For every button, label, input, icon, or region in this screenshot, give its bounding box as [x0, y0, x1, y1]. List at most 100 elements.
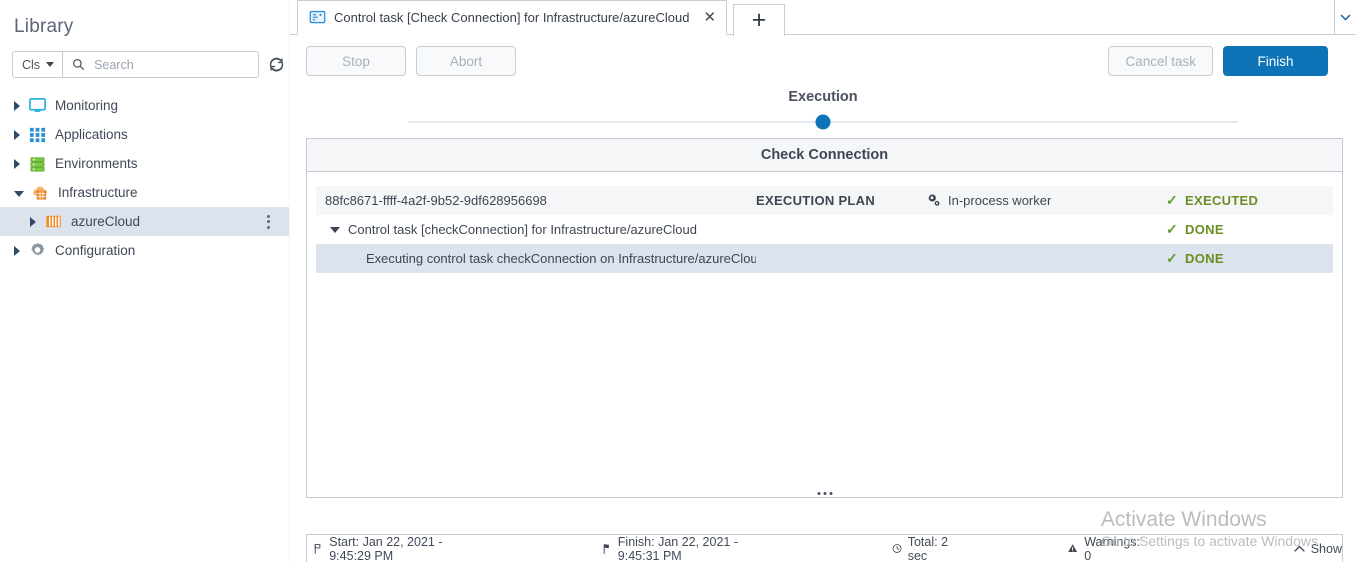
watermark-title: Activate Windows — [1100, 507, 1267, 531]
warnings-count: Warnings: 0 — [1067, 535, 1142, 562]
status-label: EXECUTED — [1185, 193, 1259, 208]
new-tab-button[interactable]: + — [733, 4, 786, 36]
search-box: Cls — [12, 51, 259, 78]
clock-icon — [892, 544, 902, 553]
subtask-label: Executing control task checkConnection o… — [366, 251, 756, 266]
total-label: Total: 2 sec — [907, 534, 949, 562]
worker-label: In-process worker — [948, 193, 1052, 208]
tree-item-label: Monitoring — [55, 98, 119, 113]
main-content: Control task [Check Connection] for Infr… — [290, 0, 1356, 562]
server-stack-icon — [30, 157, 45, 172]
execution-plan-label: EXECUTION PLAN — [756, 193, 876, 208]
flag-start-icon — [314, 543, 321, 554]
status-label: DONE — [1185, 251, 1224, 266]
search-scope-dropdown[interactable]: Cls — [13, 52, 64, 77]
finish-time: Finish: Jan 22, 2021 - 9:45:31 PM — [602, 535, 766, 562]
chevron-down-icon[interactable] — [330, 226, 340, 233]
status-badge: ✓ EXECUTED — [1166, 192, 1333, 209]
tree-item-label: Configuration — [55, 243, 136, 258]
grid-apps-icon — [29, 127, 46, 143]
table-row[interactable]: Control task [checkConnection] for Infra… — [316, 215, 1333, 244]
execution-id: 88fc8671-ffff-4a2f-9b52-9df628956698 — [325, 193, 547, 208]
refresh-icon — [269, 57, 284, 72]
tree-item-configuration[interactable]: Configuration — [0, 236, 290, 265]
status-bar: Start: Jan 22, 2021 - 9:45:29 PM Finish:… — [306, 534, 1343, 562]
tree-item-azurecloud[interactable]: azureCloud — [0, 207, 290, 236]
tab-overflow-button[interactable] — [1334, 0, 1356, 34]
task-monitor-icon — [309, 10, 326, 24]
start-label: Start: Jan 22, 2021 - 9:45:29 PM — [329, 534, 443, 562]
search-input[interactable] — [92, 56, 243, 73]
tree-item-monitoring[interactable]: Monitoring — [0, 91, 290, 120]
chevron-right-icon[interactable] — [30, 216, 36, 227]
task-toolbar: Stop Abort Cancel task Finish — [290, 35, 1356, 87]
cancel-task-button[interactable]: Cancel task — [1108, 46, 1213, 76]
worker-cell: In-process worker — [926, 193, 1166, 208]
tree-item-applications[interactable]: Applications — [0, 120, 290, 149]
check-icon: ✓ — [1166, 250, 1179, 266]
finish-label: Finish: Jan 22, 2021 - 9:45:31 PM — [617, 534, 738, 562]
check-connection-panel: Check Connection 88fc8671-ffff-4a2f-9b52… — [306, 138, 1343, 498]
start-time: Start: Jan 22, 2021 - 9:45:29 PM — [313, 535, 472, 562]
search-input-wrap — [63, 56, 258, 73]
barcode-icon — [46, 215, 61, 228]
page-title: Library — [14, 16, 74, 37]
task-label: Control task [checkConnection] for Infra… — [348, 222, 698, 237]
panel-header: Check Connection — [307, 139, 1342, 172]
chevron-right-icon[interactable] — [14, 129, 20, 140]
check-icon: ✓ — [1166, 221, 1179, 237]
tree-item-infrastructure[interactable]: Infrastructure — [0, 178, 290, 207]
warnings-label: Warnings: 0 — [1084, 534, 1141, 562]
tree-item-label: Infrastructure — [58, 185, 138, 200]
library-tree: Monitoring Applications Environments Inf… — [0, 91, 290, 265]
flag-finish-icon — [603, 543, 609, 554]
application-window: Library Cls Search Monitoring Applicatio… — [0, 0, 1356, 562]
gear-icon — [31, 243, 45, 256]
stepper-track — [408, 114, 1238, 130]
show-log-button[interactable]: Show — [1292, 542, 1342, 556]
cloud-grid-icon — [33, 186, 47, 200]
tree-item-label: Environments — [55, 156, 138, 171]
status-label: DONE — [1185, 222, 1224, 237]
search-row: Cls — [12, 51, 290, 78]
task-name-cell: Control task [checkConnection] for Infra… — [316, 222, 756, 237]
chevron-down-icon — [46, 62, 55, 67]
chevron-right-icon[interactable] — [14, 100, 20, 111]
stop-button[interactable]: Stop — [306, 46, 406, 76]
tree-item-label: azureCloud — [71, 214, 141, 229]
abort-button[interactable]: Abort — [416, 46, 516, 76]
search-scope-label: Cls — [22, 57, 41, 72]
gears-icon — [928, 194, 940, 206]
stepper-step-execution[interactable] — [815, 114, 831, 130]
tab-control-task[interactable]: Control task [Check Connection] for Infr… — [297, 0, 728, 35]
tree-item-label: Applications — [55, 127, 128, 142]
execution-stepper: Execution — [290, 89, 1356, 130]
check-icon: ✓ — [1166, 192, 1179, 208]
chevron-right-icon[interactable] — [14, 245, 20, 256]
stepper-title: Execution — [788, 89, 858, 105]
panel-body: 88fc8671-ffff-4a2f-9b52-9df628956698 EXE… — [307, 172, 1342, 497]
tab-bar: Control task [Check Connection] for Infr… — [290, 0, 1356, 36]
library-sidebar: Library Cls Search Monitoring Applicatio… — [0, 0, 299, 562]
total-time: Total: 2 sec — [892, 535, 957, 562]
finish-button[interactable]: Finish — [1223, 46, 1328, 76]
table-row[interactable]: 88fc8671-ffff-4a2f-9b52-9df628956698 EXE… — [316, 186, 1333, 215]
tree-item-menu-button[interactable] — [267, 214, 270, 229]
warning-triangle-icon — [1068, 544, 1077, 553]
refresh-button[interactable] — [268, 56, 285, 73]
status-badge: ✓ DONE — [1166, 250, 1333, 267]
table-row[interactable]: Executing control task checkConnection o… — [316, 244, 1333, 273]
show-label: Show — [1310, 541, 1342, 556]
chevron-right-icon[interactable] — [14, 158, 20, 169]
status-badge: ✓ DONE — [1166, 221, 1333, 238]
tree-item-environments[interactable]: Environments — [0, 149, 290, 178]
plus-icon: + — [751, 6, 767, 34]
tab-label: Control task [Check Connection] for Infr… — [334, 10, 690, 25]
chevron-down-icon[interactable] — [14, 190, 24, 197]
panel-resize-handle[interactable] — [817, 492, 832, 495]
search-icon — [73, 59, 85, 71]
chevron-up-icon — [1294, 545, 1305, 552]
chevron-down-icon — [1340, 14, 1351, 20]
monitor-icon — [29, 97, 46, 112]
close-icon[interactable]: ✕ — [704, 10, 717, 25]
